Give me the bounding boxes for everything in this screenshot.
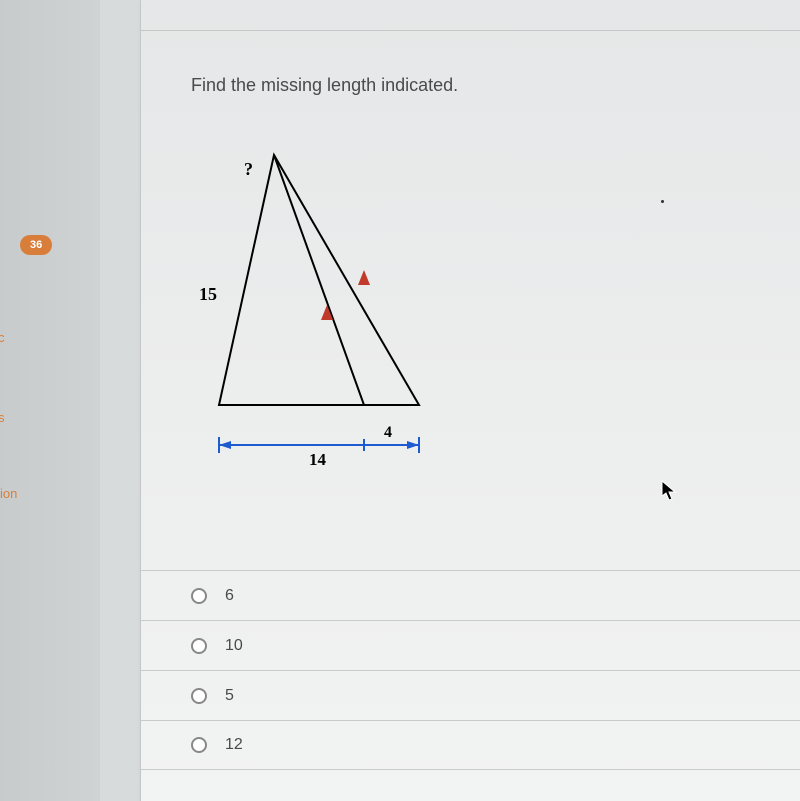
radio-icon <box>191 688 207 704</box>
cursor-icon <box>661 480 679 502</box>
divider <box>141 30 800 31</box>
sidebar-item-ion[interactable]: ion <box>0 486 17 501</box>
answer-options: 6 10 5 12 <box>141 570 800 770</box>
speck <box>661 200 664 203</box>
sidebar-item-c[interactable]: c <box>0 330 5 345</box>
question-number-badge: 36 <box>20 235 52 255</box>
svg-text:14: 14 <box>309 450 327 469</box>
svg-text:4: 4 <box>384 424 392 441</box>
main-content: Find the missing length indicated. ? 15 … <box>140 0 800 801</box>
svg-text:?: ? <box>244 159 253 179</box>
option-c[interactable]: 5 <box>141 670 800 720</box>
question-prompt: Find the missing length indicated. <box>191 75 458 96</box>
option-b[interactable]: 10 <box>141 620 800 670</box>
sidebar-item-s[interactable]: s <box>0 410 5 425</box>
geometry-figure: ? 15 14 4 <box>189 145 469 495</box>
sidebar: 36 c s ion <box>0 0 100 801</box>
option-label: 10 <box>225 637 243 655</box>
option-label: 6 <box>225 587 234 605</box>
option-d[interactable]: 12 <box>141 720 800 770</box>
option-label: 12 <box>225 736 243 754</box>
svg-text:15: 15 <box>199 284 217 304</box>
option-label: 5 <box>225 687 234 705</box>
radio-icon <box>191 737 207 753</box>
option-a[interactable]: 6 <box>141 570 800 620</box>
radio-icon <box>191 588 207 604</box>
radio-icon <box>191 638 207 654</box>
